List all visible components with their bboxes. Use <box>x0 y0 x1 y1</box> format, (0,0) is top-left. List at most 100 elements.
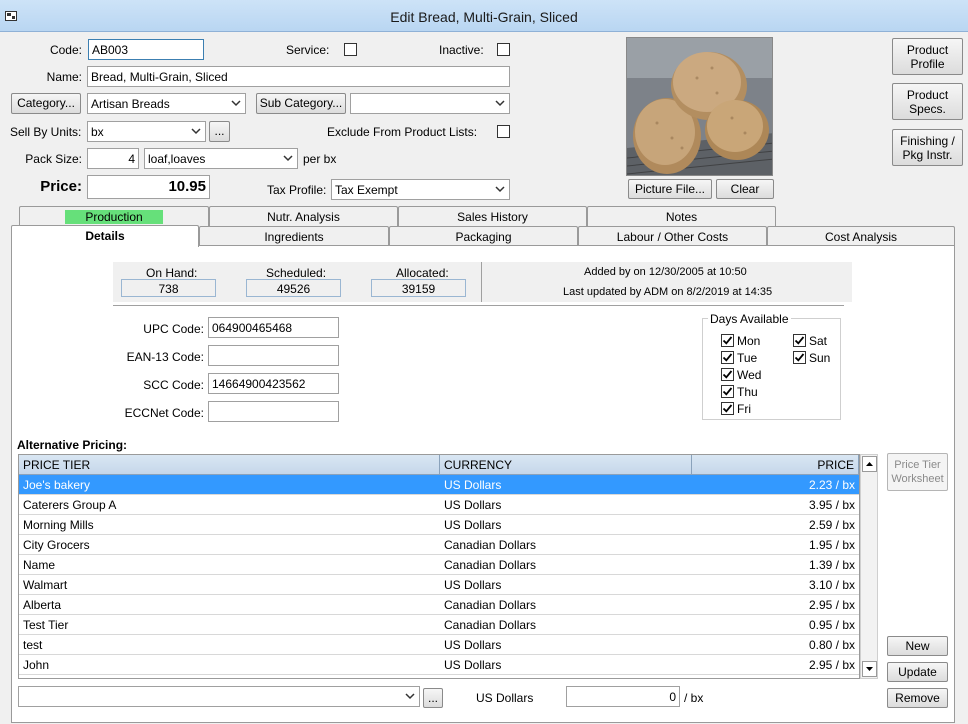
tab-packaging[interactable]: Packaging <box>389 226 578 246</box>
name-input[interactable]: Bread, Multi-Grain, Sliced <box>87 66 510 87</box>
cell-price-tier: Alberta <box>23 598 62 612</box>
pack-size-input[interactable]: 4 <box>87 148 139 169</box>
upc-input[interactable]: 064900465468 <box>208 317 339 338</box>
price-input[interactable]: 10.95 <box>87 175 210 199</box>
sell-by-units-label: Sell By Units: <box>10 125 82 139</box>
remove-button[interactable]: Remove <box>887 688 948 708</box>
tax-profile-value: Tax Exempt <box>335 183 398 197</box>
scroll-up-button[interactable] <box>862 456 877 472</box>
day-checkbox-wed[interactable] <box>721 368 734 381</box>
category-button[interactable]: Category... <box>11 93 81 114</box>
checkmark-icon <box>722 370 733 379</box>
tab-cost-analysis[interactable]: Cost Analysis <box>767 226 955 246</box>
tab-ingredients[interactable]: Ingredients <box>199 226 389 246</box>
table-row[interactable]: Joe's bakery US Dollars 2.23 / bx <box>19 475 859 495</box>
finishing-pkg-button[interactable]: Finishing / Pkg Instr. <box>892 129 963 166</box>
category-value: Artisan Breads <box>91 97 170 111</box>
product-profile-button[interactable]: Product Profile <box>892 38 963 75</box>
subcategory-select[interactable] <box>350 93 510 114</box>
stats-separator <box>113 305 844 306</box>
cell-currency: US Dollars <box>444 638 502 652</box>
col-header-price[interactable]: PRICE <box>692 455 859 475</box>
eccnet-input[interactable] <box>208 401 339 422</box>
bread-image <box>627 38 772 175</box>
day-label-wed: Wed <box>737 368 762 382</box>
price-tier-select[interactable] <box>18 686 420 707</box>
on-hand-label: On Hand: <box>146 266 198 280</box>
chevron-down-icon <box>495 186 505 193</box>
table-row[interactable]: John US Dollars 2.95 / bx <box>19 655 859 675</box>
new-button[interactable]: New <box>887 636 948 656</box>
ean-input[interactable] <box>208 345 339 366</box>
cell-price: 0.80 / bx <box>808 638 855 652</box>
product-specs-button[interactable]: Product Specs. <box>892 83 963 120</box>
alt-pricing-title: Alternative Pricing: <box>17 438 128 452</box>
cell-price: 3.10 / bx <box>808 578 855 592</box>
cell-currency: US Dollars <box>444 498 502 512</box>
day-checkbox-thu[interactable] <box>721 385 734 398</box>
chevron-down-icon <box>283 155 293 162</box>
sell-by-units-select[interactable]: bx <box>87 121 206 142</box>
table-row[interactable]: Walmart US Dollars 3.10 / bx <box>19 575 859 595</box>
scroll-down-button[interactable] <box>862 661 877 677</box>
product-photo <box>626 37 773 176</box>
category-select[interactable]: Artisan Breads <box>87 93 246 114</box>
table-row[interactable]: City Grocers Canadian Dollars 1.95 / bx <box>19 535 859 555</box>
bottom-currency-label: US Dollars <box>476 691 534 705</box>
price-tier-ellipsis-button[interactable]: ... <box>423 688 443 708</box>
subcategory-button[interactable]: Sub Category... <box>256 93 346 114</box>
cell-price-tier: test <box>23 638 43 652</box>
pack-unit-select[interactable]: loaf,loaves <box>144 148 298 169</box>
service-checkbox[interactable] <box>344 43 357 56</box>
checkmark-icon <box>794 353 805 362</box>
day-label-tue: Tue <box>737 351 758 365</box>
ean-label: EAN-13 Code: <box>126 350 204 364</box>
tax-profile-select[interactable]: Tax Exempt <box>331 179 510 200</box>
inactive-label: Inactive: <box>439 43 484 57</box>
update-button[interactable]: Update <box>887 662 948 682</box>
day-checkbox-mon[interactable] <box>721 334 734 347</box>
price-label: Price: <box>40 178 82 195</box>
day-checkbox-fri[interactable] <box>721 402 734 415</box>
tab-production[interactable]: Production <box>19 206 209 226</box>
cell-currency: US Dollars <box>444 578 502 592</box>
picture-file-button[interactable]: Picture File... <box>628 179 712 199</box>
checkmark-icon <box>722 387 733 396</box>
code-input[interactable]: AB003 <box>88 39 204 60</box>
price-tier-worksheet-button[interactable]: Price Tier Worksheet <box>887 453 948 491</box>
sell-by-units-value: bx <box>91 125 104 139</box>
tab-labour-costs[interactable]: Labour / Other Costs <box>578 226 767 246</box>
inactive-checkbox[interactable] <box>497 43 510 56</box>
cell-currency: US Dollars <box>444 478 502 492</box>
table-row[interactable]: Caterers Group A US Dollars 3.95 / bx <box>19 495 859 515</box>
cell-price-tier: City Grocers <box>23 538 90 552</box>
checkmark-icon <box>722 336 733 345</box>
tab-details[interactable]: Details <box>11 225 199 247</box>
pricing-scrollbar[interactable] <box>860 454 878 679</box>
days-available-title: Days Available <box>708 312 791 326</box>
table-row[interactable]: test US Dollars 0.80 / bx <box>19 635 859 655</box>
table-row[interactable]: Alberta Canadian Dollars 2.95 / bx <box>19 595 859 615</box>
table-row[interactable]: Name Canadian Dollars 1.39 / bx <box>19 555 859 575</box>
eccnet-label: ECCNet Code: <box>124 406 204 420</box>
units-ellipsis-button[interactable]: ... <box>209 121 230 142</box>
day-checkbox-tue[interactable] <box>721 351 734 364</box>
day-checkbox-sun[interactable] <box>793 351 806 364</box>
checkmark-icon <box>794 336 805 345</box>
scc-input[interactable]: 14664900423562 <box>208 373 339 394</box>
day-checkbox-sat[interactable] <box>793 334 806 347</box>
tab-notes[interactable]: Notes <box>587 206 776 226</box>
tab-sales-history[interactable]: Sales History <box>398 206 587 226</box>
scc-label: SCC Code: <box>143 378 204 392</box>
bottom-price-input[interactable]: 0 <box>566 686 680 707</box>
tab-nutr-analysis[interactable]: Nutr. Analysis <box>209 206 398 226</box>
exclude-checkbox[interactable] <box>497 125 510 138</box>
tax-profile-label: Tax Profile: <box>267 183 327 197</box>
upc-label: UPC Code: <box>143 322 204 336</box>
clear-picture-button[interactable]: Clear <box>716 179 774 199</box>
col-header-price-tier[interactable]: PRICE TIER <box>19 455 440 475</box>
table-row[interactable]: Test Tier Canadian Dollars 0.95 / bx <box>19 615 859 635</box>
table-row[interactable]: Morning Mills US Dollars 2.59 / bx <box>19 515 859 535</box>
col-header-currency[interactable]: CURRENCY <box>440 455 692 475</box>
cell-price-tier: Joe's bakery <box>23 478 90 492</box>
